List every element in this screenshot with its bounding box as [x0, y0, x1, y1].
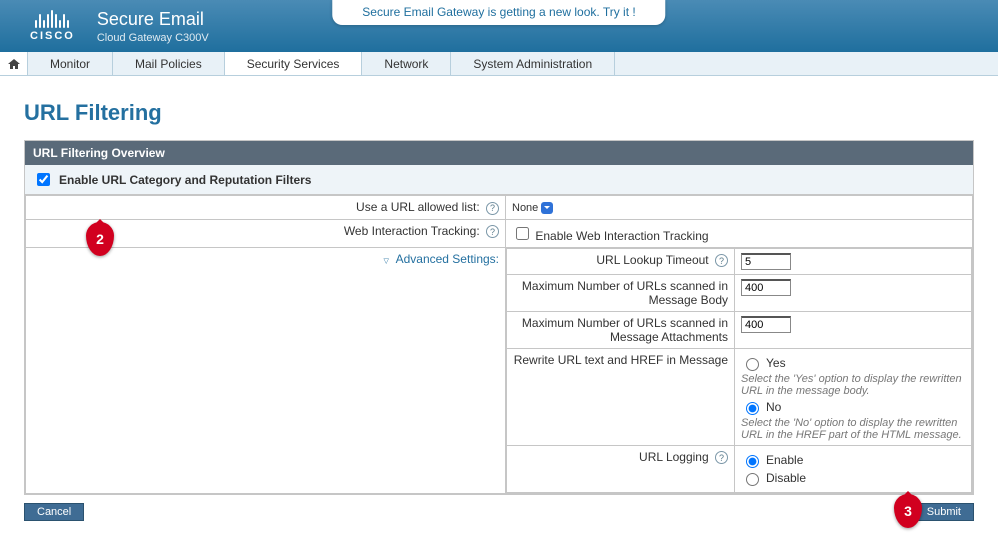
- rewrite-yes-radio[interactable]: [746, 358, 759, 371]
- rewrite-url-label: Rewrite URL text and HREF in Message: [514, 353, 728, 367]
- page-title: URL Filtering: [24, 100, 974, 126]
- lookup-timeout-input[interactable]: [741, 253, 791, 270]
- product-title: Secure Email: [97, 9, 209, 30]
- cisco-logo: CISCO: [30, 10, 75, 42]
- rewrite-yes-hint: Select the 'Yes' option to display the r…: [741, 373, 965, 397]
- main-nav: Monitor Mail Policies Security Services …: [0, 52, 998, 76]
- logging-disable-label: Disable: [766, 471, 806, 485]
- allowed-list-label: Use a URL allowed list:: [356, 200, 480, 214]
- product-subtitle: Cloud Gateway C300V: [97, 32, 209, 44]
- web-tracking-checkbox[interactable]: [516, 227, 529, 240]
- rewrite-yes-label: Yes: [766, 356, 786, 370]
- logging-enable-label: Enable: [766, 453, 803, 467]
- rewrite-no-hint: Select the 'No' option to display the re…: [741, 417, 965, 441]
- cancel-button[interactable]: Cancel: [24, 503, 84, 521]
- enable-url-filter-label: Enable URL Category and Reputation Filte…: [59, 173, 311, 187]
- logging-enable-radio[interactable]: [746, 455, 759, 468]
- max-urls-attach-label: Maximum Number of URLs scanned in Messag…: [522, 316, 728, 344]
- enable-url-filter-checkbox[interactable]: [37, 173, 50, 186]
- max-urls-body-input[interactable]: [741, 279, 791, 296]
- panel-header: URL Filtering Overview: [25, 141, 973, 165]
- allowed-list-value: None: [512, 202, 538, 214]
- brand-word: CISCO: [30, 30, 75, 42]
- nav-system-admin[interactable]: System Administration: [451, 52, 615, 75]
- logging-disable-radio[interactable]: [746, 473, 759, 486]
- max-urls-body-label: Maximum Number of URLs scanned in Messag…: [522, 279, 728, 307]
- nav-network[interactable]: Network: [362, 52, 451, 75]
- nav-security-services[interactable]: Security Services: [225, 52, 363, 75]
- lookup-timeout-label: URL Lookup Timeout: [596, 253, 708, 267]
- web-tracking-cb-label: Enable Web Interaction Tracking: [535, 229, 708, 243]
- web-tracking-label: Web Interaction Tracking:: [344, 224, 480, 238]
- nav-monitor[interactable]: Monitor: [28, 52, 113, 75]
- advanced-settings-toggle[interactable]: Advanced Settings:: [396, 252, 499, 266]
- help-icon[interactable]: ?: [715, 254, 728, 267]
- nav-mail-policies[interactable]: Mail Policies: [113, 52, 225, 75]
- promo-banner[interactable]: Secure Email Gateway is getting a new lo…: [332, 0, 665, 25]
- url-logging-label: URL Logging: [639, 450, 709, 464]
- max-urls-attach-input[interactable]: [741, 316, 791, 333]
- home-icon: [7, 58, 21, 70]
- chevron-down-icon: [541, 202, 553, 214]
- help-icon[interactable]: ?: [715, 451, 728, 464]
- home-tab[interactable]: [0, 52, 28, 75]
- rewrite-no-radio[interactable]: [746, 402, 759, 415]
- disclosure-icon[interactable]: ▽: [384, 258, 389, 265]
- rewrite-no-label: No: [766, 400, 781, 414]
- help-icon[interactable]: ?: [486, 202, 499, 215]
- submit-button[interactable]: Submit: [914, 503, 974, 521]
- overview-panel: URL Filtering Overview Enable URL Catego…: [24, 140, 974, 495]
- help-icon[interactable]: ?: [486, 225, 499, 238]
- allowed-list-select[interactable]: None: [512, 202, 553, 214]
